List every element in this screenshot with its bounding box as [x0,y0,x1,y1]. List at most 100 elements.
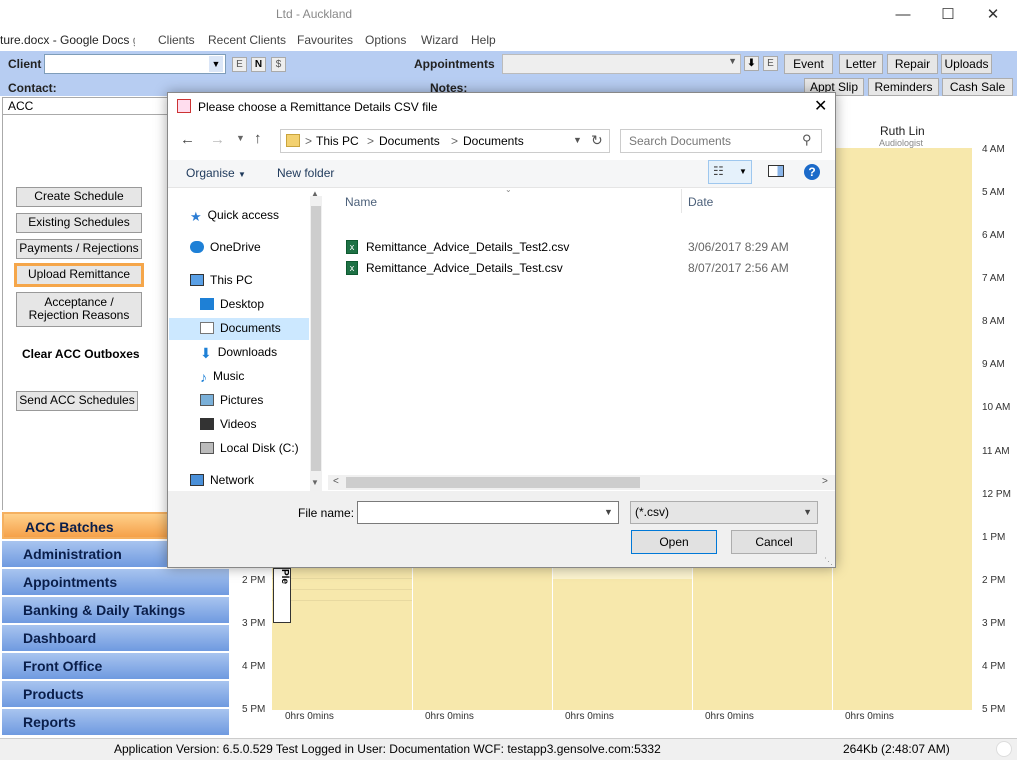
close-icon[interactable]: ✕ [814,96,827,116]
up-arrow-icon[interactable]: ↑ [254,130,262,147]
chevron-down-icon[interactable]: ▼ [573,135,582,145]
search-input[interactable]: Search Documents [620,129,822,153]
open-button[interactable]: Open [631,530,717,554]
send-acc-schedules-button[interactable]: Send ACC Schedules [16,391,138,411]
breadcrumb-this-pc[interactable]: This PC [316,134,359,148]
tree-desktop[interactable]: Desktop [200,297,264,311]
tree-scrollbar[interactable] [310,196,322,491]
tree-local-disk[interactable]: Local Disk (C:) [200,441,299,455]
excel-file-icon: x [346,240,358,254]
refresh-icon[interactable]: ↻ [591,132,603,149]
chevron-down-icon[interactable]: ▼ [209,56,223,72]
menu-recent-clients[interactable]: Recent Clients [208,33,286,47]
file-name: Remittance_Advice_Details_Test.csv [366,261,563,275]
close-window-button[interactable]: ✕ [970,0,1016,30]
tree-pictures[interactable]: Pictures [200,393,263,407]
upload-remittance-button[interactable]: Upload Remittance [14,263,144,287]
appointments-combo[interactable]: ▼ [502,54,741,74]
maximize-button[interactable]: ☐ [925,0,971,30]
tree-this-pc[interactable]: This PC [190,273,253,287]
clear-acc-outboxes-link[interactable]: Clear ACC Outboxes [22,347,140,361]
client-n-button[interactable]: N [251,57,266,72]
tree-quick-access[interactable]: ★ Quick access [190,208,279,224]
horizontal-scrollbar-thumb[interactable] [346,477,640,488]
time-label: 12 PM [982,489,1011,500]
schedule-column-ruth-lin[interactable] [833,148,972,710]
chevron-up-icon[interactable]: ▲ [311,189,319,198]
time-label: 3 PM [242,618,266,629]
tree-scrollbar-thumb[interactable] [311,206,321,471]
appointment-block[interactable]: Ple [273,568,291,623]
existing-schedules-button[interactable]: Existing Schedules [16,213,142,233]
search-icon[interactable]: ⚲ [802,132,812,148]
breadcrumb-documents-2[interactable]: Documents [463,134,524,148]
preview-pane-icon[interactable] [768,165,784,177]
chevron-left-icon[interactable]: < [333,476,339,487]
client-e-button[interactable]: E [232,57,247,72]
menu-clients[interactable]: Clients [158,33,195,47]
create-schedule-button[interactable]: Create Schedule [16,187,142,207]
horizontal-scrollbar[interactable]: < > [328,475,835,490]
client-dollar-button[interactable]: $ [271,57,286,72]
tree-videos[interactable]: Videos [200,417,256,431]
nav-dashboard[interactable]: Dashboard [2,625,229,652]
tree-network[interactable]: Network [190,473,254,487]
cloud-icon [190,241,204,253]
column-header-date[interactable]: Date [688,195,713,209]
new-folder-button[interactable]: New folder [277,166,334,180]
tree-onedrive[interactable]: OneDrive [190,240,261,254]
uploads-button[interactable]: Uploads [941,54,992,74]
help-icon[interactable]: ? [804,164,820,180]
tree-music[interactable]: ♪ Music [200,369,244,385]
file-date: 8/07/2017 2:56 AM [688,261,789,275]
address-bar[interactable]: > This PC > Documents > Documents ▼ ↻ [280,129,610,153]
appointments-label: Appointments [414,57,495,71]
payments-rejections-button[interactable]: Payments / Rejections [16,239,142,259]
back-arrow-icon[interactable]: ← [180,131,195,148]
chevron-right-icon[interactable]: > [822,476,828,487]
column-header-name[interactable]: Name [345,195,377,209]
nav-reports[interactable]: Reports [2,709,229,736]
tree-downloads[interactable]: ⬇ Downloads [200,345,277,361]
status-bar: Application Version: 6.5.0.529 Test Logg… [0,738,1017,760]
menu-favourites[interactable]: Favourites [297,33,353,47]
breadcrumb-documents[interactable]: Documents [379,134,440,148]
download-icon[interactable]: ⬇ [744,56,759,71]
chevron-down-icon[interactable]: ▼ [728,56,737,66]
chevron-down-icon[interactable]: ▼ [236,133,245,143]
dialog-title: Please choose a Remittance Details CSV f… [198,100,438,114]
appt-e-button[interactable]: E [763,56,778,71]
organise-button[interactable]: Organise ▼ [186,166,246,180]
forward-arrow-icon[interactable]: → [210,131,225,148]
nav-appointments[interactable]: Appointments [2,569,229,596]
letter-button[interactable]: Letter [839,54,883,74]
chevron-down-icon[interactable]: ▼ [604,507,613,517]
chevron-down-icon[interactable]: ▼ [311,478,319,487]
file-date: 3/06/2017 8:29 AM [688,240,789,254]
menu-options[interactable]: Options [365,33,406,47]
menu-help[interactable]: Help [471,33,496,47]
file-name: Remittance_Advice_Details_Test2.csv [366,240,570,254]
file-type-select[interactable]: (*.csv) ▼ [630,501,818,524]
reminders-button[interactable]: Reminders [868,78,939,96]
column-divider[interactable] [681,189,682,213]
file-row[interactable]: x Remittance_Advice_Details_Test.csv 8/0… [340,258,810,278]
minimize-button[interactable]: — [880,0,926,30]
file-row[interactable]: x Remittance_Advice_Details_Test2.csv 3/… [340,237,810,257]
schedule-slot-highlight [553,568,692,579]
cash-sale-button[interactable]: Cash Sale [942,78,1013,96]
resize-grip-icon[interactable]: ⋱ [824,556,833,567]
nav-products[interactable]: Products [2,681,229,708]
nav-banking-daily-takings[interactable]: Banking & Daily Takings [2,597,229,624]
nav-front-office[interactable]: Front Office [2,653,229,680]
repair-button[interactable]: Repair [887,54,938,74]
chevron-down-icon: ▼ [803,507,812,517]
view-options-button[interactable]: ☷ ▼ [708,160,752,184]
file-name-input[interactable] [357,501,619,524]
tree-documents[interactable]: Documents [200,321,281,335]
event-button[interactable]: Event [784,54,833,74]
acceptance-rejection-reasons-button[interactable]: Acceptance / Rejection Reasons [16,292,142,327]
menu-wizard[interactable]: Wizard [421,33,458,47]
client-combo[interactable]: ▼ [44,54,226,74]
cancel-button[interactable]: Cancel [731,530,817,554]
